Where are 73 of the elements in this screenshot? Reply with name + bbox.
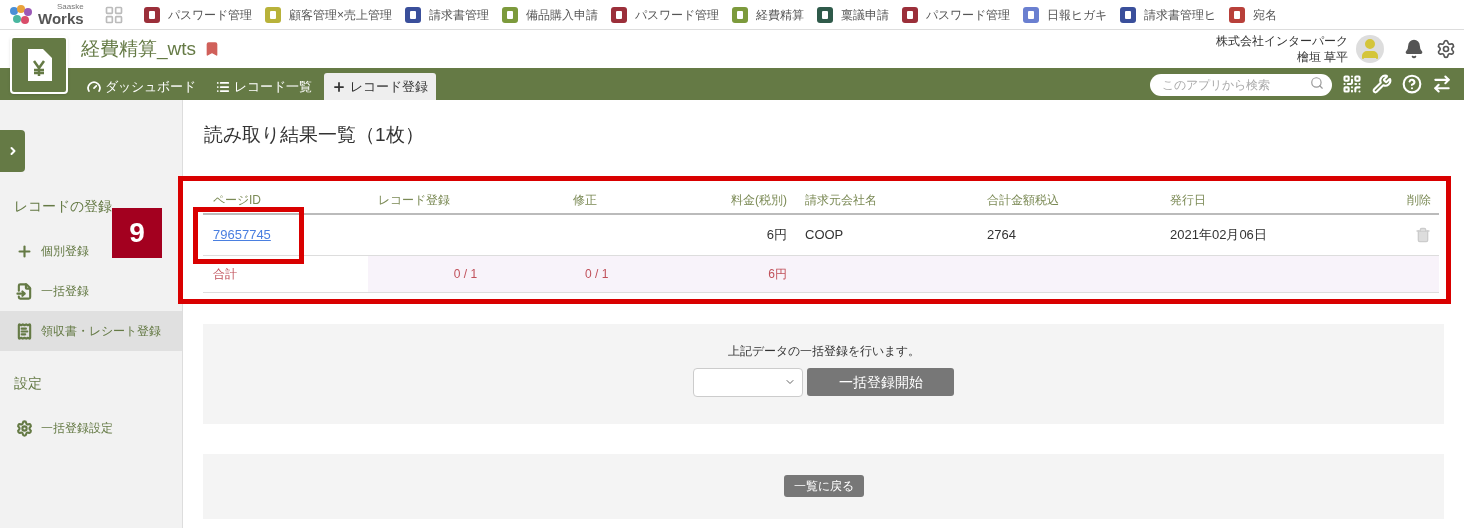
brand-logo-icon	[8, 4, 34, 25]
bulk-register-button[interactable]: 一括登録開始	[807, 368, 954, 396]
app-icon[interactable]	[902, 6, 918, 23]
list-icon	[216, 79, 230, 94]
brand-name: Works	[38, 11, 84, 26]
plus-icon	[16, 242, 33, 260]
app-link[interactable]: パスワード管理	[635, 5, 719, 24]
column-header: ページID	[212, 192, 262, 209]
sidebar-heading: レコードの登録	[13, 197, 113, 216]
switch-icon[interactable]	[1432, 74, 1452, 94]
sidebar-item[interactable]: 領収書・レシート登録	[0, 311, 182, 351]
table-cell-text: COOP	[804, 225, 845, 244]
column-header: レコード登録	[377, 192, 451, 209]
table-cell-text: 2764	[986, 225, 1017, 244]
company-name: 株式会社インターパーク	[1216, 33, 1348, 49]
tools-icon[interactable]	[1372, 74, 1392, 94]
nav-tab[interactable]: レコード登録	[324, 73, 436, 100]
column-header: 料金(税別)	[730, 192, 788, 209]
column-header: 合計金額税込	[986, 192, 1060, 209]
file-import-icon	[16, 282, 33, 300]
gauge-icon	[87, 79, 101, 94]
sidebar-item[interactable]: 一括登録	[0, 271, 97, 311]
app-link[interactable]: 経費精算	[756, 5, 804, 24]
column-header: 削除	[1406, 192, 1432, 209]
app-title: 経費精算_wts	[81, 36, 197, 62]
qr-code-icon[interactable]	[1342, 74, 1362, 94]
sidebar-heading: 設定	[13, 374, 43, 393]
app-icon[interactable]	[405, 6, 421, 23]
plus-icon	[332, 79, 346, 94]
column-header: 発行日	[1169, 192, 1207, 209]
notification-bell-icon[interactable]	[1404, 39, 1424, 59]
sidebar-item[interactable]: 一括登録設定	[0, 408, 121, 448]
search-icon[interactable]	[1310, 76, 1324, 90]
back-to-list-button[interactable]: 一覧に戻る	[783, 475, 864, 497]
app-link[interactable]: 顧客管理×売上管理	[289, 5, 392, 24]
user-name: 檜垣 草平	[1296, 49, 1348, 65]
nav-tab[interactable]: レコード一覧	[208, 73, 320, 100]
gear-icon	[16, 419, 33, 437]
app-link[interactable]: 宛名	[1253, 5, 1277, 24]
brand-subtitle: Saaske	[56, 3, 84, 11]
receipt-icon	[16, 322, 33, 340]
app-link[interactable]: 備品購入申請	[526, 5, 598, 24]
app-icon[interactable]	[1120, 6, 1136, 23]
help-icon[interactable]	[1402, 74, 1422, 94]
table-cell: 0 / 1	[368, 255, 563, 292]
table-cell: 0 / 1	[563, 255, 683, 292]
sidebar-toggle-button[interactable]	[0, 130, 25, 172]
app-link[interactable]: 日報ヒガキ	[1047, 5, 1107, 24]
app-icon[interactable]	[611, 6, 627, 23]
select-field[interactable]	[693, 367, 803, 397]
page-title: 読み取り結果一覧（1枚）	[204, 123, 425, 147]
bulk-message: 上記データの一括登録を行います。	[727, 342, 920, 360]
app-link[interactable]: パスワード管理	[168, 5, 252, 24]
table-cell-text: 6円	[765, 225, 788, 244]
table-cell-text: 2021年02月06日	[1169, 225, 1268, 244]
app-icon[interactable]	[1229, 6, 1245, 23]
total-label: 合計	[212, 265, 238, 283]
column-header: 修正	[572, 192, 598, 209]
settings-icon[interactable]	[1436, 39, 1456, 59]
table-cell: 6円	[683, 255, 795, 292]
page-id-link[interactable]: 79657745	[213, 226, 271, 242]
search-field[interactable]: このアプリから検索	[1150, 74, 1332, 96]
app-link[interactable]: 請求書管理	[429, 5, 489, 24]
sidebar-item[interactable]: 個別登録	[0, 231, 97, 271]
annotation-badge: 9	[112, 208, 162, 258]
nav-tab[interactable]: ダッシュボード	[79, 73, 204, 100]
app-icon[interactable]	[144, 6, 160, 23]
app-icon[interactable]	[1023, 6, 1039, 23]
app-link[interactable]: パスワード管理	[926, 5, 1010, 24]
app-icon[interactable]	[817, 6, 833, 23]
app-link[interactable]: 請求書管理ヒ	[1144, 5, 1216, 24]
app-link[interactable]: 稟議申請	[841, 5, 889, 24]
column-header: 請求元会社名	[804, 192, 878, 209]
